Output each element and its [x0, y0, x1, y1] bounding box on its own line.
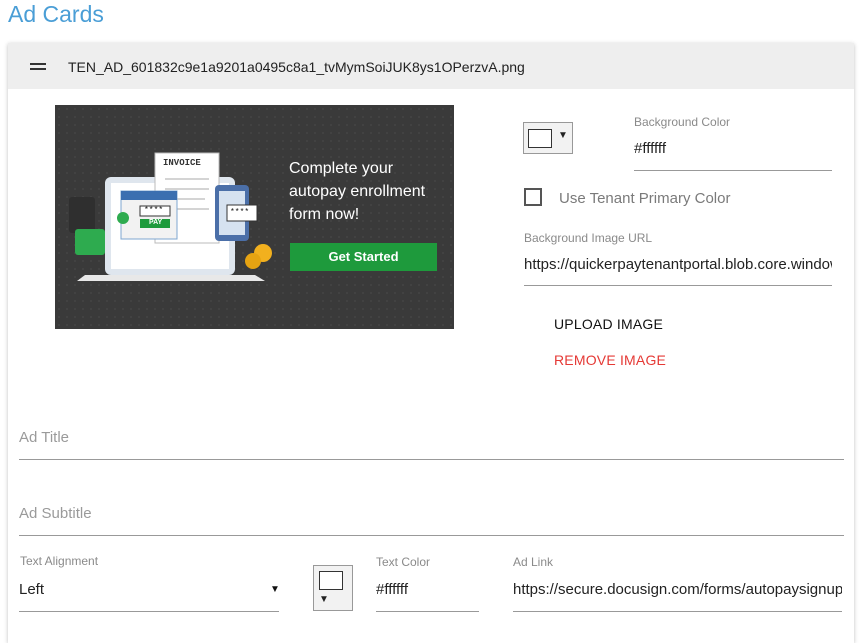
ad-link-underline: [513, 611, 842, 612]
card-filename: TEN_AD_601832c9e1a9201a0495c8a1_tvMymSoi…: [68, 59, 525, 75]
ad-subtitle-underline: [19, 535, 844, 536]
text-alignment-label: Text Alignment: [20, 554, 99, 568]
text-color-input[interactable]: #ffffff: [376, 581, 476, 598]
text-alignment-select[interactable]: Left: [19, 581, 219, 598]
ad-link-label: Ad Link: [513, 555, 554, 569]
background-image-url-underline: [524, 285, 832, 286]
background-color-input[interactable]: #ffffff: [634, 140, 824, 157]
masked-field-b: ****: [230, 208, 250, 217]
caret-down-icon[interactable]: ▼: [270, 584, 280, 595]
caret-down-icon: ▼: [319, 594, 329, 605]
background-image-url-label: Background Image URL: [524, 231, 653, 245]
text-color-label: Text Color: [376, 555, 431, 569]
ad-preview-image: INVOICE **** PAY **** Complete your auto…: [55, 105, 454, 329]
ad-card: TEN_AD_601832c9e1a9201a0495c8a1_tvMymSoi…: [8, 43, 854, 643]
ad-link-input[interactable]: https://secure.docusign.com/forms/autopa…: [513, 581, 842, 598]
background-color-label: Background Color: [634, 115, 731, 129]
page-title: Ad Cards: [8, 1, 104, 27]
text-color-picker[interactable]: ▼: [313, 565, 353, 611]
ad-preview-cta-button: Get Started: [290, 243, 437, 271]
color-swatch: [319, 571, 343, 590]
drag-handle-icon[interactable]: [30, 63, 46, 70]
upload-image-button[interactable]: UPLOAD IMAGE: [554, 316, 663, 332]
ad-title-underline: [19, 459, 844, 460]
use-tenant-primary-label[interactable]: Use Tenant Primary Color: [559, 190, 730, 207]
card-header: TEN_AD_601832c9e1a9201a0495c8a1_tvMymSoi…: [8, 43, 854, 89]
invoice-label: INVOICE: [163, 158, 201, 168]
checkbox-unchecked-icon[interactable]: [524, 188, 542, 206]
pay-label: PAY: [149, 219, 163, 226]
text-color-underline: [376, 611, 479, 612]
background-image-url-input[interactable]: https://quickerpaytenantportal.blob.core…: [524, 256, 832, 273]
text-alignment-underline: [19, 611, 279, 612]
background-color-picker[interactable]: ▼: [523, 122, 573, 154]
caret-down-icon: ▼: [558, 130, 568, 141]
masked-field-a: ****: [144, 206, 164, 215]
ad-preview-headline: Complete your autopay enrollment form no…: [289, 160, 426, 223]
color-swatch: [528, 129, 552, 148]
ad-subtitle-input[interactable]: Ad Subtitle: [19, 505, 92, 522]
background-color-underline: [634, 170, 832, 171]
remove-image-button[interactable]: REMOVE IMAGE: [554, 352, 666, 368]
ad-title-input[interactable]: Ad Title: [19, 429, 69, 446]
